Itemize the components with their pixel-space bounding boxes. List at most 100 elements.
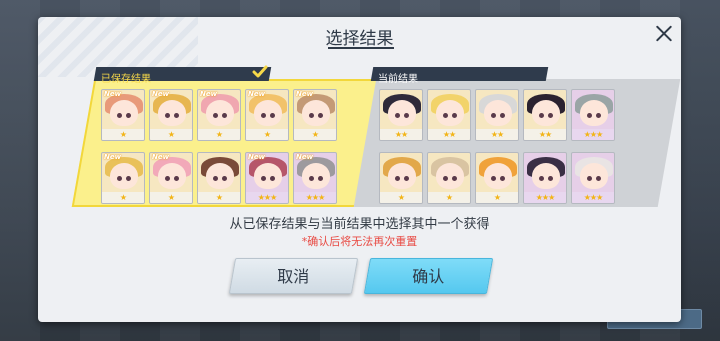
character-eye xyxy=(452,176,457,181)
confirm-button[interactable]: 确认 xyxy=(363,258,494,294)
character-eye xyxy=(270,176,275,181)
character-face xyxy=(484,163,512,189)
current-character-card: ★ xyxy=(427,152,471,204)
character-face xyxy=(302,163,330,189)
character-eye xyxy=(174,176,179,181)
character-eye xyxy=(539,113,544,118)
current-character-card: ★★ xyxy=(379,89,423,141)
saved-character-card: New ★ xyxy=(101,152,145,204)
current-result-header: 当前结果 xyxy=(370,67,549,85)
current-character-card: ★★★ xyxy=(571,89,615,141)
close-icon[interactable] xyxy=(655,24,673,42)
character-face xyxy=(436,100,464,126)
saved-character-card: New ★ xyxy=(293,89,337,141)
star-rating: ★ xyxy=(102,129,144,140)
star-rating: ★ xyxy=(150,129,192,140)
current-cards-grid: ★★ ★★ ★★ ★★ ★★★ ★ ★ ★ ★★★ ★★★ xyxy=(379,89,615,204)
cancel-button[interactable]: 取消 xyxy=(228,258,359,294)
character-face xyxy=(580,163,608,189)
character-face xyxy=(580,100,608,126)
character-eye xyxy=(309,176,314,181)
character-face xyxy=(254,100,282,126)
star-rating: ★ xyxy=(380,192,422,203)
new-badge: New xyxy=(104,153,122,161)
character-eye xyxy=(395,113,400,118)
character-face xyxy=(110,163,138,189)
character-face xyxy=(158,100,186,126)
character-eye xyxy=(318,113,323,118)
star-rating: ★★ xyxy=(380,129,422,140)
character-eye xyxy=(213,113,218,118)
current-character-card: ★★★ xyxy=(523,152,567,204)
character-eye xyxy=(261,113,266,118)
confirm-button-label: 确认 xyxy=(412,267,445,286)
star-rating: ★ xyxy=(102,192,144,203)
character-face xyxy=(206,163,234,189)
character-eye xyxy=(165,113,170,118)
saved-character-card: New ★★★ xyxy=(293,152,337,204)
saved-character-card: New ★ xyxy=(149,152,193,204)
saved-result-header: 已保存结果 xyxy=(93,67,272,85)
select-result-dialog: 选择结果 已保存结果 当前结果 New ★ New ★ New ★ New ★ New ★ New ★… xyxy=(38,17,681,322)
title-underline xyxy=(328,47,394,49)
character-eye xyxy=(587,176,592,181)
character-eye xyxy=(491,113,496,118)
star-rating: ★ xyxy=(198,129,240,140)
character-eye xyxy=(500,176,505,181)
character-eye xyxy=(548,176,553,181)
character-face xyxy=(158,163,186,189)
character-eye xyxy=(270,113,275,118)
star-rating: ★ xyxy=(428,192,470,203)
new-badge: New xyxy=(296,153,314,161)
star-rating: ★★★ xyxy=(524,192,566,203)
dialog-title: 选择结果 xyxy=(325,29,394,49)
character-eye xyxy=(222,176,227,181)
new-badge: New xyxy=(104,90,122,98)
character-eye xyxy=(404,113,409,118)
current-character-card: ★★ xyxy=(475,89,519,141)
character-eye xyxy=(117,176,122,181)
current-character-card: ★ xyxy=(379,152,423,204)
character-eye xyxy=(452,113,457,118)
warning-text: *确认后将无法再次重置 xyxy=(301,235,418,248)
character-eye xyxy=(500,113,505,118)
instruction-text: 从已保存结果与当前结果中选择其中一个获得 xyxy=(229,217,490,232)
saved-character-card: ★ xyxy=(197,152,241,204)
character-face xyxy=(532,163,560,189)
new-badge: New xyxy=(248,90,266,98)
character-eye xyxy=(491,176,496,181)
character-eye xyxy=(309,113,314,118)
star-rating: ★ xyxy=(246,129,288,140)
saved-character-card: New ★ xyxy=(149,89,193,141)
character-face xyxy=(484,100,512,126)
new-badge: New xyxy=(152,153,170,161)
cancel-button-label: 取消 xyxy=(277,267,310,286)
character-eye xyxy=(539,176,544,181)
character-eye xyxy=(596,113,601,118)
character-eye xyxy=(117,113,122,118)
new-badge: New xyxy=(152,90,170,98)
star-rating: ★★★ xyxy=(294,192,336,203)
character-face xyxy=(206,100,234,126)
character-eye xyxy=(443,176,448,181)
character-eye xyxy=(126,113,131,118)
character-face xyxy=(436,163,464,189)
character-face xyxy=(254,163,282,189)
new-badge: New xyxy=(248,153,266,161)
saved-character-card: New ★ xyxy=(197,89,241,141)
new-badge: New xyxy=(200,90,218,98)
character-eye xyxy=(165,176,170,181)
checkmark-icon xyxy=(252,65,268,78)
character-eye xyxy=(548,113,553,118)
saved-character-card: New ★★★ xyxy=(245,152,289,204)
new-badge: New xyxy=(296,90,314,98)
character-eye xyxy=(395,176,400,181)
current-character-card: ★★★ xyxy=(571,152,615,204)
star-rating: ★★ xyxy=(428,129,470,140)
character-eye xyxy=(443,113,448,118)
current-character-card: ★★ xyxy=(427,89,471,141)
star-rating: ★★★ xyxy=(572,192,614,203)
character-eye xyxy=(174,113,179,118)
character-eye xyxy=(596,176,601,181)
star-rating: ★★ xyxy=(476,129,518,140)
